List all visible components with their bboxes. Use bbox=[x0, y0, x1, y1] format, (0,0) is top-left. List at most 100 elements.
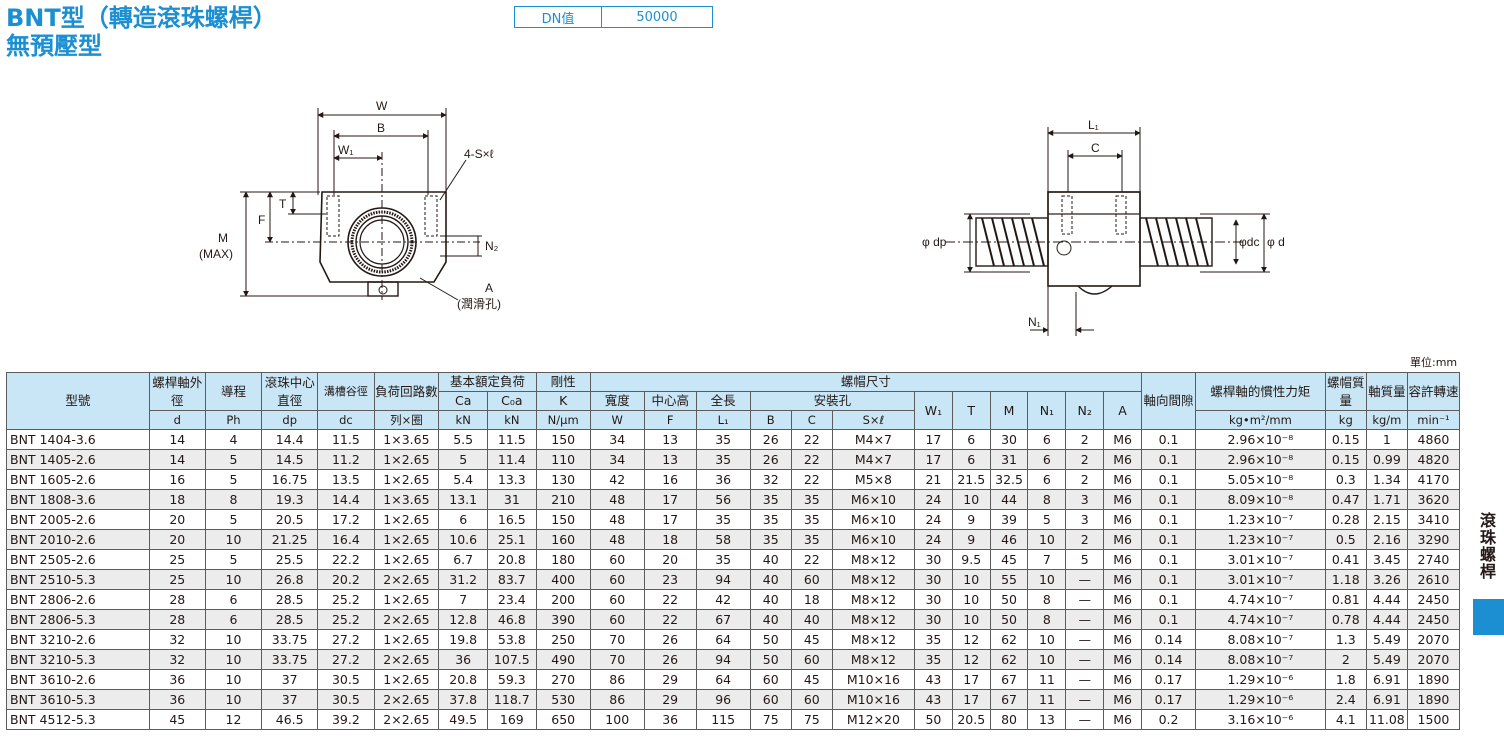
table-cell: 169 bbox=[487, 709, 537, 730]
col-load-group: 基本額定負荷 bbox=[438, 372, 537, 392]
table-cell: 39.2 bbox=[317, 709, 375, 730]
table-cell: 22 bbox=[643, 609, 697, 630]
table-cell: 4.1 bbox=[1324, 709, 1367, 730]
table-cell: 10 bbox=[1027, 529, 1067, 550]
table-cell: 4820 bbox=[1406, 449, 1461, 470]
table-cell: 10 bbox=[204, 649, 263, 670]
table-cell: 10 bbox=[204, 569, 263, 590]
table-cell: 1.34 bbox=[1365, 469, 1408, 490]
front-view-labels: W B W₁ 4-S×ℓ T F M (MAX) N₂ A (潤滑孔) bbox=[199, 99, 501, 311]
table-cell: 46.5 bbox=[261, 709, 319, 730]
dim-hole: 4-S×ℓ bbox=[464, 147, 494, 161]
model-cell: BNT 1808-3.6 bbox=[6, 489, 150, 510]
table-cell: 1.29×10⁻⁶ bbox=[1195, 669, 1326, 690]
table-cell: M6 bbox=[1103, 589, 1142, 610]
table-cell: 60 bbox=[589, 569, 645, 590]
table-cell: 86 bbox=[589, 669, 645, 690]
table-cell: 6 bbox=[951, 449, 991, 470]
spec-table: 型號 螺桿軸外徑 導程 滾珠中心直徑 溝槽谷徑 負荷回路數 基本額定負荷 剛性 … bbox=[6, 372, 1461, 730]
table-cell: 18 bbox=[148, 489, 206, 510]
table-cell: 11.08 bbox=[1365, 709, 1408, 730]
model-cell: BNT 3210-2.6 bbox=[6, 629, 150, 650]
table-cell: M8×12 bbox=[831, 569, 916, 590]
table-cell: M8×12 bbox=[831, 649, 916, 670]
sub-N1: N₁ bbox=[1027, 391, 1067, 430]
table-cell: 6.7 bbox=[438, 549, 488, 570]
table-cell: M6 bbox=[1103, 689, 1142, 710]
table-cell: 2×2.65 bbox=[373, 609, 440, 630]
table-cell: 67 bbox=[989, 689, 1029, 710]
table-cell: 17 bbox=[643, 509, 697, 530]
table-cell: 1×2.65 bbox=[373, 449, 440, 470]
table-cell: 10 bbox=[204, 529, 263, 550]
table-cell: 13 bbox=[643, 429, 697, 450]
table-cell: 32 bbox=[148, 649, 206, 670]
table-cell: 5 bbox=[438, 449, 488, 470]
table-cell: 45 bbox=[790, 629, 833, 650]
table-cell: 11.5 bbox=[487, 429, 537, 450]
table-cell: 0.15 bbox=[1324, 429, 1367, 450]
table-cell: 36 bbox=[438, 649, 488, 670]
table-cell: 10 bbox=[951, 489, 991, 510]
table-cell: M4×7 bbox=[831, 429, 916, 450]
table-cell: 8.08×10⁻⁷ bbox=[1195, 629, 1326, 650]
table-cell: 37 bbox=[261, 689, 319, 710]
table-cell: 8 bbox=[204, 489, 263, 510]
table-cell: 8 bbox=[1027, 609, 1067, 630]
table-cell: 1.23×10⁻⁷ bbox=[1195, 529, 1326, 550]
table-cell: 0.41 bbox=[1324, 549, 1367, 570]
table-cell: 45 bbox=[790, 669, 833, 690]
table-cell: M10×16 bbox=[831, 689, 916, 710]
table-cell: 16 bbox=[148, 469, 206, 490]
table-cell: — bbox=[1065, 709, 1105, 730]
col-ball-dia: 滾珠中心直徑 bbox=[261, 372, 319, 411]
table-cell: 44 bbox=[989, 489, 1029, 510]
table-cell: 14.4 bbox=[261, 429, 319, 450]
table-cell: 24 bbox=[914, 509, 953, 530]
table-cell: 118.7 bbox=[487, 689, 537, 710]
table-cell: 4860 bbox=[1406, 429, 1461, 450]
table-cell: 35 bbox=[914, 649, 953, 670]
table-cell: M6 bbox=[1103, 449, 1142, 470]
sub-C: C bbox=[790, 410, 833, 430]
table-cell: 62 bbox=[989, 629, 1029, 650]
table-cell: M5×8 bbox=[831, 469, 916, 490]
table-cell: 60 bbox=[790, 569, 833, 590]
table-cell: 13.1 bbox=[438, 489, 488, 510]
table-cell: 3290 bbox=[1406, 529, 1461, 550]
technical-drawings: W B W₁ 4-S×ℓ T F M (MAX) N₂ A (潤滑孔) L₁ C… bbox=[199, 99, 1285, 336]
table-cell: 50 bbox=[749, 649, 792, 670]
table-cell: 0.14 bbox=[1140, 649, 1197, 670]
col-model: 型號 bbox=[6, 372, 150, 430]
table-cell: 18 bbox=[790, 589, 833, 610]
table-cell: M8×12 bbox=[831, 629, 916, 650]
table-cell: 10 bbox=[204, 689, 263, 710]
table-cell: 35 bbox=[695, 549, 751, 570]
table-cell: 36 bbox=[643, 709, 697, 730]
table-cell: 23 bbox=[643, 569, 697, 590]
table-cell: 60 bbox=[790, 649, 833, 670]
table-cell: 0.28 bbox=[1324, 509, 1367, 530]
table-cell: 2×2.65 bbox=[373, 709, 440, 730]
table-cell: 1 bbox=[1365, 429, 1408, 450]
table-cell: 110 bbox=[535, 449, 591, 470]
table-cell: 27.2 bbox=[317, 629, 375, 650]
table-cell: 13.3 bbox=[487, 469, 537, 490]
col-mount: 安裝孔 bbox=[749, 391, 916, 411]
table-cell: 8.09×10⁻⁸ bbox=[1195, 489, 1326, 510]
table-cell: 55 bbox=[989, 569, 1029, 590]
col-axial: 軸向間隙 bbox=[1140, 372, 1197, 430]
table-cell: M4×7 bbox=[831, 449, 916, 470]
table-cell: 26 bbox=[749, 429, 792, 450]
table-cell: 30.5 bbox=[317, 689, 375, 710]
table-cell: 1×2.65 bbox=[373, 529, 440, 550]
table-cell: 1×3.65 bbox=[373, 489, 440, 510]
table-cell: 10 bbox=[951, 589, 991, 610]
table-cell: M6 bbox=[1103, 629, 1142, 650]
table-cell: 50 bbox=[749, 629, 792, 650]
table-cell: 0.1 bbox=[1140, 449, 1197, 470]
table-cell: 14.4 bbox=[317, 489, 375, 510]
table-cell: 43 bbox=[914, 669, 953, 690]
col-nut-group: 螺帽尺寸 bbox=[589, 372, 1142, 392]
table-cell: 56 bbox=[695, 489, 751, 510]
